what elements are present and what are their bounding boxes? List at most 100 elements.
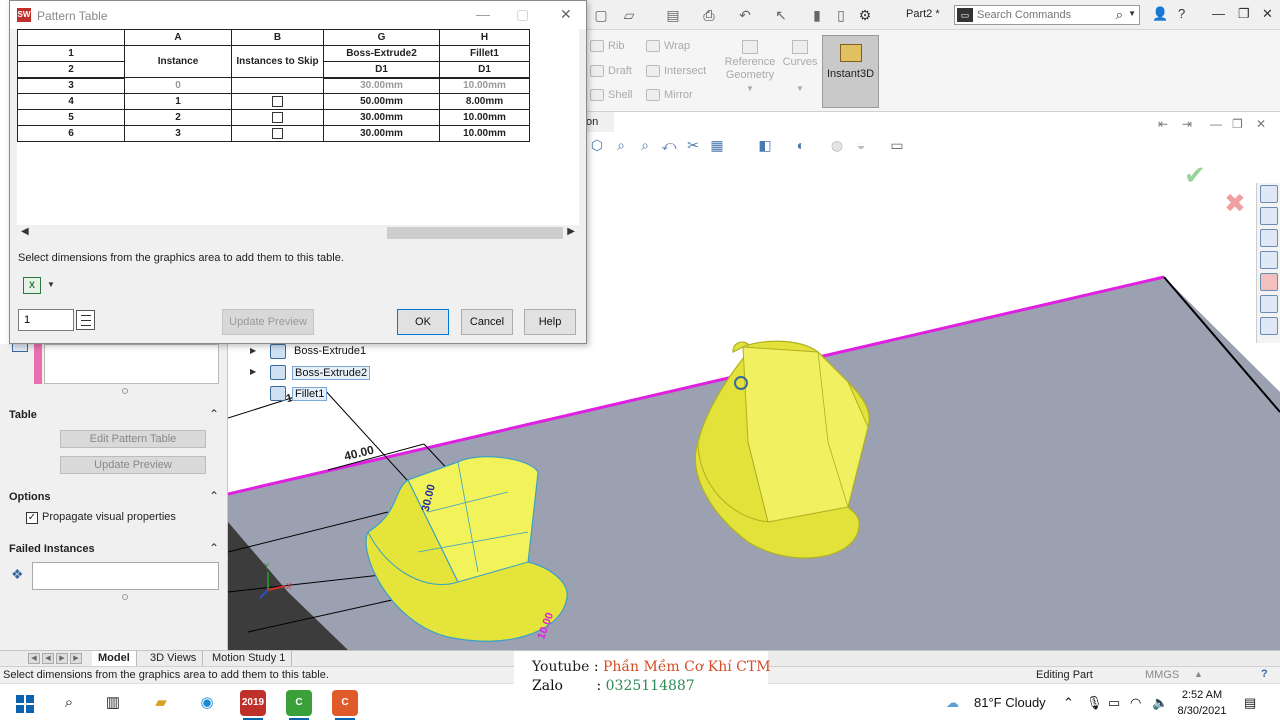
excel-export-icon[interactable]: X bbox=[23, 277, 41, 294]
view-settings-icon[interactable]: ▭ bbox=[888, 136, 906, 154]
select-icon[interactable]: ↖ bbox=[772, 6, 790, 24]
add-rows-icon[interactable] bbox=[76, 310, 95, 330]
camtasia-recorder-icon[interactable]: C bbox=[286, 690, 312, 720]
skip-checkbox[interactable] bbox=[272, 111, 283, 123]
row-number[interactable]: 5 bbox=[17, 109, 125, 126]
user-icon[interactable]: 👤 bbox=[1152, 6, 1168, 22]
rib-command[interactable]: Rib bbox=[590, 40, 625, 53]
restore-icon[interactable]: ❐ bbox=[1238, 6, 1250, 22]
weather-text[interactable]: 81°F Cloudy bbox=[974, 695, 1046, 710]
appearance-icon[interactable]: ◍ bbox=[828, 136, 846, 154]
row-number[interactable]: 6 bbox=[17, 125, 125, 142]
horizontal-scrollbar[interactable]: ◀ ▶ bbox=[17, 225, 579, 241]
chevron-down-icon[interactable]: ▼ bbox=[47, 280, 55, 289]
failed-instances-box[interactable] bbox=[32, 562, 219, 590]
skip-checkbox[interactable] bbox=[272, 95, 283, 107]
file-explorer-icon[interactable] bbox=[1260, 229, 1278, 247]
row-number[interactable]: 3 bbox=[17, 77, 125, 94]
doc-restore-icon[interactable]: ❐ bbox=[1232, 117, 1243, 131]
row-number[interactable]: 1 bbox=[17, 45, 125, 62]
draft-command[interactable]: Draft bbox=[590, 65, 632, 78]
weather-cloud-icon[interactable]: ☁ bbox=[946, 695, 959, 711]
tab-fragment[interactable]: on bbox=[584, 112, 614, 132]
close-icon[interactable]: ✕ bbox=[1262, 6, 1273, 22]
collapse-icon[interactable]: ⌃ bbox=[209, 489, 219, 503]
search-mode-icon[interactable]: ▭ bbox=[957, 8, 973, 22]
shell-command[interactable]: Shell bbox=[590, 89, 632, 102]
dialog-title-bar[interactable]: SW Pattern Table — ▢ ✕ bbox=[10, 1, 586, 29]
cancel-button[interactable]: Cancel bbox=[461, 309, 513, 335]
help-button[interactable]: ? bbox=[1178, 6, 1185, 21]
hide-show-icon[interactable]: ◐ bbox=[792, 136, 810, 154]
search-commands-box[interactable]: ▭ ⌕ ▼ bbox=[954, 5, 1140, 25]
appearances-icon[interactable] bbox=[1260, 273, 1278, 291]
chevron-up-icon[interactable]: ▲ bbox=[1194, 669, 1203, 679]
home-icon[interactable] bbox=[1260, 185, 1278, 203]
skip-checkbox[interactable] bbox=[272, 127, 283, 139]
zoom-area-icon[interactable]: ⌕ bbox=[636, 136, 654, 154]
system-clock[interactable]: 2:52 AM 8/30/2021 bbox=[1176, 687, 1228, 719]
open-icon[interactable]: ▱ bbox=[620, 6, 638, 24]
failed-instances-section-header[interactable]: Failed Instances ⌃ bbox=[0, 540, 228, 560]
search-icon[interactable]: ⌕ bbox=[1116, 7, 1123, 23]
network-icon[interactable]: ▭ bbox=[1108, 695, 1120, 711]
resize-handle[interactable] bbox=[122, 388, 128, 394]
row-number[interactable]: 4 bbox=[17, 93, 125, 110]
column-header-b[interactable]: B bbox=[231, 29, 324, 46]
previous-view-icon[interactable]: ⤺ bbox=[660, 136, 678, 154]
update-preview-button[interactable]: Update Preview bbox=[60, 456, 206, 474]
undo-icon[interactable]: ↶ bbox=[736, 6, 754, 24]
options-gear-icon[interactable]: ⚙ bbox=[856, 6, 874, 24]
column-header-g[interactable]: G bbox=[323, 29, 440, 46]
doc-previous-icon[interactable]: ⇤ bbox=[1158, 117, 1168, 131]
boss-extrude2-value-cell[interactable]: 30.00mm bbox=[323, 109, 440, 126]
camtasia-editor-icon[interactable]: C bbox=[332, 690, 358, 720]
task-view-icon[interactable]: ▥ bbox=[100, 690, 126, 716]
mirror-command[interactable]: Mirror bbox=[646, 89, 693, 102]
row-number[interactable]: 2 bbox=[17, 61, 125, 79]
custom-properties-icon[interactable] bbox=[1260, 295, 1278, 313]
tab-model[interactable]: Model bbox=[92, 651, 137, 667]
tab-first-icon[interactable]: ◀ bbox=[28, 653, 40, 664]
microphone-icon[interactable]: 🎙 bbox=[1086, 695, 1103, 711]
collapse-icon[interactable]: ⌃ bbox=[209, 541, 219, 555]
tab-prev-icon[interactable]: ◀ bbox=[42, 653, 54, 664]
doc-close-icon[interactable]: ✕ bbox=[1256, 117, 1266, 131]
doc-minimize-icon[interactable]: — bbox=[1210, 117, 1222, 131]
fillet1-value-cell[interactable]: 10.00mm bbox=[439, 109, 530, 126]
file-props-icon[interactable]: ▯ bbox=[832, 6, 850, 24]
confirm-check-icon[interactable]: ✔ bbox=[1184, 160, 1206, 191]
reference-geometry-command[interactable]: Reference Geometry ▼ bbox=[722, 40, 778, 95]
new-doc-icon[interactable]: ▢ bbox=[592, 6, 610, 24]
tab-last-icon[interactable]: ▶ bbox=[70, 653, 82, 664]
help-dialog-button[interactable]: Help bbox=[524, 309, 576, 335]
instant3d-button[interactable]: Instant3D bbox=[822, 35, 879, 108]
scroll-left-icon[interactable]: ◀ bbox=[21, 226, 29, 237]
intersect-command[interactable]: Intersect bbox=[646, 65, 706, 78]
update-preview-dialog-button[interactable]: Update Preview bbox=[222, 309, 314, 335]
search-icon[interactable]: ⌕ bbox=[56, 690, 82, 716]
resize-handle[interactable] bbox=[122, 594, 128, 600]
cancel-x-icon[interactable]: ✖ bbox=[1224, 188, 1246, 219]
notifications-icon[interactable]: ▤ bbox=[1244, 695, 1256, 711]
chevron-down-icon[interactable]: ▼ bbox=[1128, 9, 1136, 18]
propagate-visual-checkbox[interactable]: ✓ bbox=[26, 512, 38, 524]
start-windows-icon[interactable] bbox=[12, 690, 38, 716]
print-icon[interactable]: ⎙ bbox=[700, 6, 718, 24]
expand-arrow-icon[interactable]: ▶ bbox=[250, 367, 256, 376]
view-palette-icon[interactable] bbox=[1260, 251, 1278, 269]
rebuild-icon[interactable]: ▮ bbox=[808, 6, 826, 24]
fillet1-value-cell[interactable]: 10.00mm bbox=[439, 125, 530, 142]
volume-icon[interactable]: 🔈 bbox=[1152, 695, 1168, 711]
solidworks-taskbar-icon[interactable]: 2019 bbox=[240, 690, 266, 720]
dialog-minimize-icon[interactable]: — bbox=[476, 6, 490, 22]
search-commands-input[interactable] bbox=[977, 8, 1107, 22]
tab-next-icon[interactable]: ▶ bbox=[56, 653, 68, 664]
fillet1-value-cell[interactable]: 8.00mm bbox=[439, 93, 530, 110]
design-library-icon[interactable] bbox=[1260, 207, 1278, 225]
tab-motion-study-1[interactable]: Motion Study 1 bbox=[206, 651, 293, 667]
column-header-a[interactable]: A bbox=[124, 29, 232, 46]
edit-pattern-table-button[interactable]: Edit Pattern Table bbox=[60, 430, 206, 448]
wrap-command[interactable]: Wrap bbox=[646, 40, 690, 53]
tab-3d-views[interactable]: 3D Views bbox=[144, 651, 204, 667]
